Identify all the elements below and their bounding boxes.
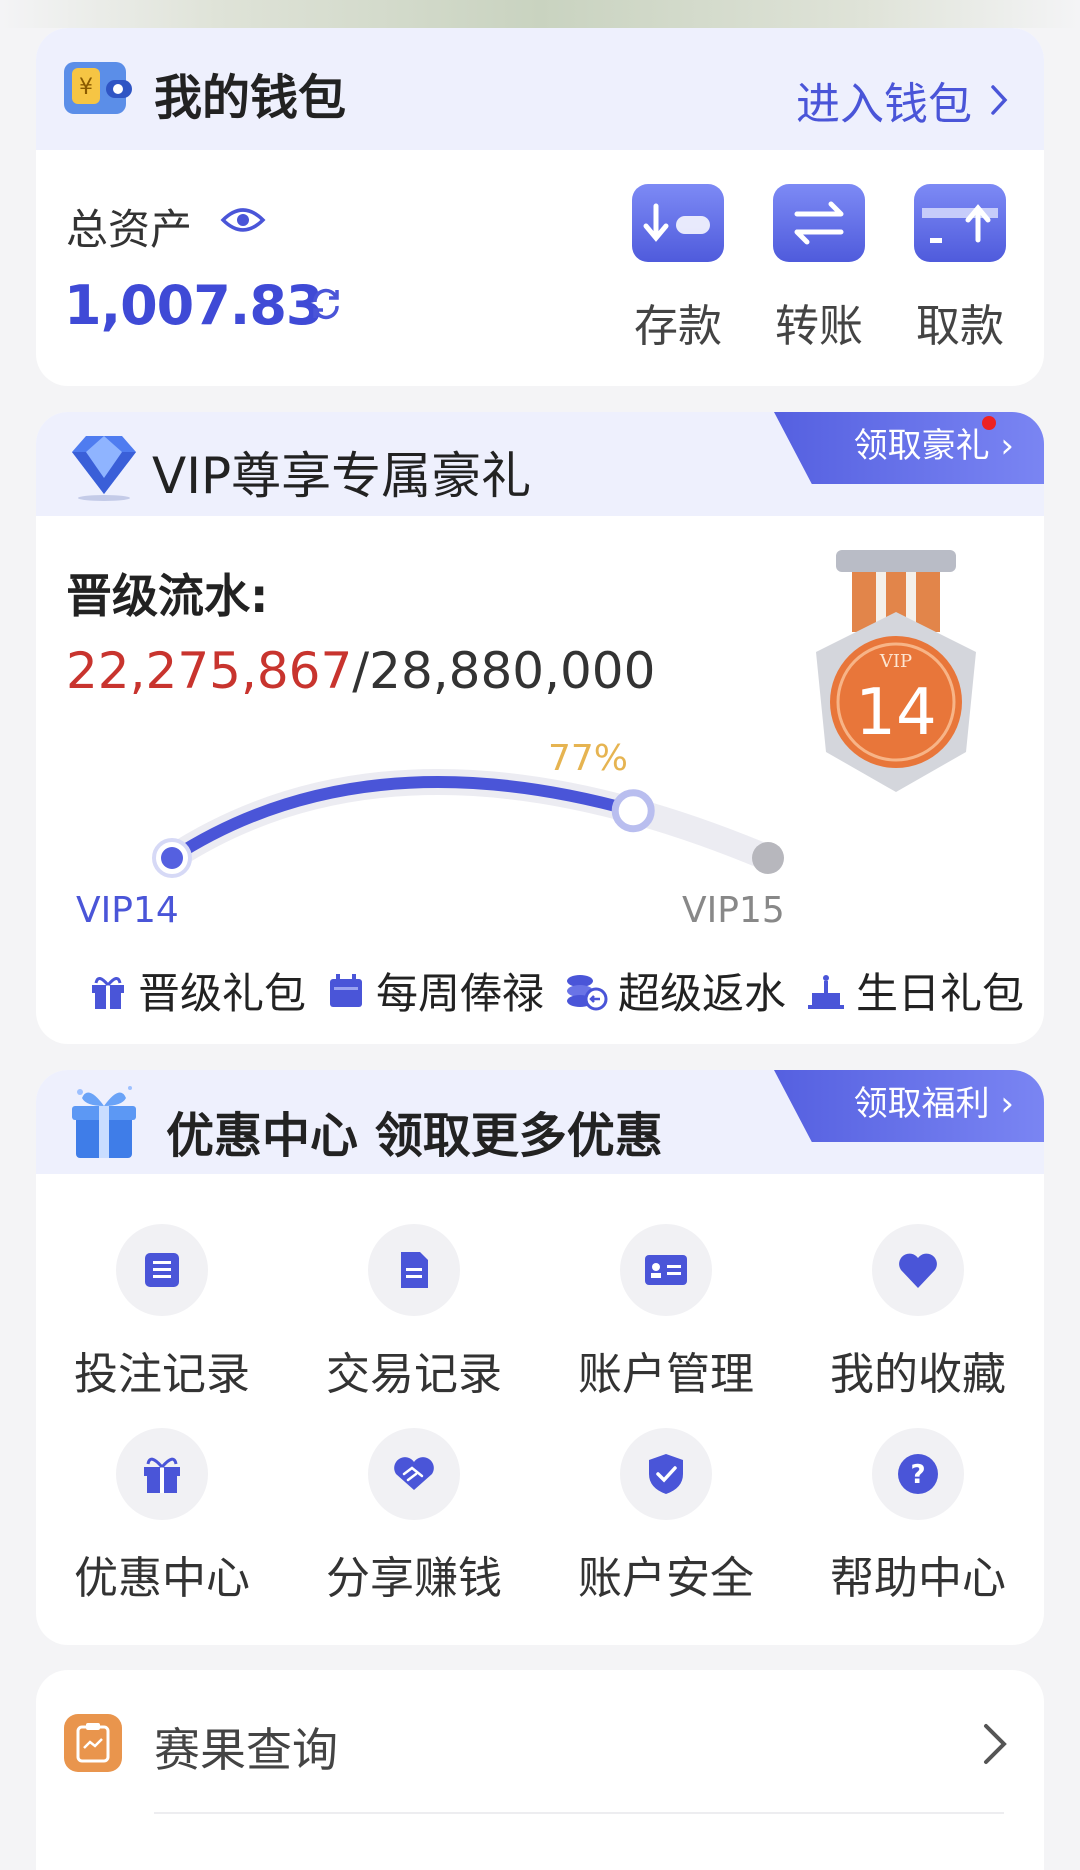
withdraw-icon <box>914 184 1006 262</box>
promotion-turnover-label: 晋级流水: <box>66 569 269 623</box>
grid-item-help-center[interactable]: ? 帮助中心 <box>792 1428 1044 1606</box>
refresh-icon[interactable] <box>308 286 344 322</box>
id-card-icon <box>645 1255 687 1285</box>
claim-gift-label: 领取豪礼 <box>853 426 990 466</box>
grid-item-label: 账户安全 <box>578 1553 754 1604</box>
balance-value: 1,007.83 <box>64 274 323 337</box>
gift-box-icon <box>72 1086 136 1158</box>
perk-promotion-gift[interactable]: 晋级礼包 <box>88 960 306 1021</box>
grid-item-transaction-record[interactable]: 交易记录 <box>288 1224 540 1402</box>
chevron-right-icon <box>984 1724 1007 1764</box>
deposit-button[interactable]: 存款 <box>630 184 726 354</box>
betting-record-icon <box>145 1253 179 1287</box>
perk-label: 超级返水 <box>618 969 787 1018</box>
grid-item-account-management[interactable]: 账户管理 <box>540 1224 792 1402</box>
grid-item-label: 帮助中心 <box>830 1553 1006 1604</box>
divider <box>154 1812 1004 1814</box>
handshake-icon <box>394 1457 434 1490</box>
turnover-progress: 22,275,867/28,880,000 <box>66 642 655 700</box>
transfer-icon <box>773 184 865 262</box>
current-level-label: VIP14 <box>76 890 179 931</box>
perk-birthday-gift[interactable]: 生日礼包 <box>806 960 1024 1021</box>
clipboard-icon <box>64 1714 122 1772</box>
promotions-title: 优惠中心 领取更多优惠 <box>166 1108 663 1164</box>
grid-item-label: 交易记录 <box>326 1349 502 1400</box>
claim-benefits-label: 领取福利 <box>853 1084 990 1124</box>
svg-text:¥: ¥ <box>79 75 93 100</box>
vip-title: VIP尊享专属豪礼 <box>152 447 532 505</box>
heart-icon <box>899 1253 937 1288</box>
wallet-card: ¥ 我的钱包 进入钱包 总资产 1,007.83 存款 转账 取款 <box>36 28 1044 386</box>
promotions-card: 优惠中心 领取更多优惠 领取福利 › 投注记录 交易记录 账户管理 我的收藏 优… <box>36 1070 1044 1645</box>
claim-gift-button[interactable]: 领取豪礼 › <box>774 412 1044 484</box>
perk-super-rebate[interactable]: 超级返水 <box>564 960 786 1021</box>
notification-dot <box>982 416 996 430</box>
match-results-label: 赛果查询 <box>154 1723 338 1777</box>
deposit-label: 存款 <box>634 301 722 352</box>
perk-label: 每周俸禄 <box>376 969 545 1018</box>
help-icon: ? <box>898 1454 938 1494</box>
total-assets-label: 总资产 <box>66 205 193 254</box>
vip-perks: 晋级礼包 每周俸禄 超级返水 生日礼包 <box>88 960 1024 1021</box>
grid-item-label: 投注记录 <box>74 1349 250 1400</box>
grid-item-label: 优惠中心 <box>74 1553 250 1604</box>
transaction-record-icon <box>401 1252 428 1288</box>
eye-icon[interactable] <box>220 204 266 236</box>
chevron-right-icon <box>991 85 1008 115</box>
grid-item-share-earn[interactable]: 分享赚钱 <box>288 1428 540 1606</box>
diamond-icon <box>72 436 136 501</box>
enter-wallet-label: 进入钱包 <box>796 79 972 130</box>
enter-wallet-link[interactable]: 进入钱包 <box>796 68 1008 132</box>
vip-medal-icon: VIP 14 <box>816 550 976 792</box>
header-banner-edge <box>0 0 1080 28</box>
cake-icon <box>808 974 845 1009</box>
coins-icon <box>567 974 608 1010</box>
vip-header: VIP尊享专属豪礼 领取豪礼 › <box>36 412 1044 516</box>
promotions-header: 优惠中心 领取更多优惠 领取福利 › <box>36 1070 1044 1174</box>
transfer-button[interactable]: 转账 <box>771 184 867 354</box>
svg-text:?: ? <box>910 1460 925 1490</box>
claim-benefits-button[interactable]: 领取福利 › <box>774 1070 1044 1142</box>
shield-icon <box>649 1454 683 1494</box>
perk-weekly-salary[interactable]: 每周俸禄 <box>326 960 544 1021</box>
gift-icon <box>144 1457 180 1493</box>
progress-end-marker <box>752 842 784 874</box>
svg-text:VIP: VIP <box>879 651 912 672</box>
wallet-header: ¥ 我的钱包 进入钱包 <box>36 28 1044 150</box>
withdraw-button[interactable]: 取款 <box>912 184 1008 354</box>
gift-icon <box>92 976 124 1009</box>
wallet-icon: ¥ <box>64 62 132 114</box>
transfer-label: 转账 <box>775 301 863 352</box>
calendar-icon <box>330 973 363 1007</box>
grid-item-label: 分享赚钱 <box>326 1553 502 1604</box>
grid-item-label: 我的收藏 <box>830 1349 1006 1400</box>
perk-label: 生日礼包 <box>856 969 1025 1018</box>
progress-percent: 77% <box>548 738 629 779</box>
turnover-target: /28,880,000 <box>352 642 656 700</box>
grid-item-favorites[interactable]: 我的收藏 <box>792 1224 1044 1402</box>
next-level-label: VIP15 <box>682 890 782 931</box>
vip-progress-arc <box>152 769 784 878</box>
wallet-title: 我的钱包 <box>154 70 347 126</box>
vip-card: VIP尊享专属豪礼 领取豪礼 › 晋级流水: 22,275,867/28,880… <box>36 412 1044 1044</box>
match-results-row[interactable]: 赛果查询 <box>36 1670 1044 1870</box>
turnover-current: 22,275,867 <box>66 642 353 700</box>
svg-text:14: 14 <box>855 676 936 750</box>
grid-item-account-security[interactable]: 账户安全 <box>540 1428 792 1606</box>
grid-item-betting-record[interactable]: 投注记录 <box>36 1224 288 1402</box>
grid-item-label: 账户管理 <box>578 1349 754 1400</box>
grid-item-promotion-center[interactable]: 优惠中心 <box>36 1428 288 1606</box>
deposit-icon <box>632 184 724 262</box>
withdraw-label: 取款 <box>916 301 1004 352</box>
perk-label: 晋级礼包 <box>138 969 307 1018</box>
progress-knob <box>611 789 655 833</box>
